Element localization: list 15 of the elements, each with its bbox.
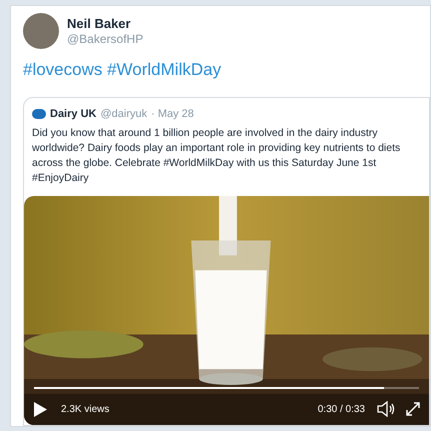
quoted-date: · May 28 bbox=[151, 107, 194, 122]
video-time: 0:30 / 0:33 bbox=[318, 402, 365, 416]
video-player[interactable]: 2.3K views 0:30 / 0:33 bbox=[24, 196, 429, 425]
tweet-text: #lovecows #WorldMilkDay bbox=[23, 59, 222, 81]
quoted-name: Dairy UK bbox=[50, 107, 96, 122]
view-count: 2.3K views bbox=[61, 402, 110, 416]
quoted-text: Did you know that around 1 billion people are involved in the dairy industry worldwide? Dairy foods play an important role in providing key nutrients to diets across the globe. Celebrate #WorldMilkDay with us this Saturday June 1st #EnjoyDairy bbox=[31, 126, 402, 186]
logo-icon bbox=[32, 109, 46, 120]
quoted-tweet[interactable] bbox=[23, 97, 430, 426]
play-icon[interactable] bbox=[34, 402, 47, 416]
speaker-icon[interactable] bbox=[377, 401, 395, 417]
avatar[interactable] bbox=[23, 13, 59, 49]
fullscreen-icon[interactable] bbox=[405, 401, 421, 417]
author-name[interactable]: Neil Baker bbox=[67, 16, 144, 32]
quoted-handle: @dairyuk bbox=[100, 107, 148, 122]
